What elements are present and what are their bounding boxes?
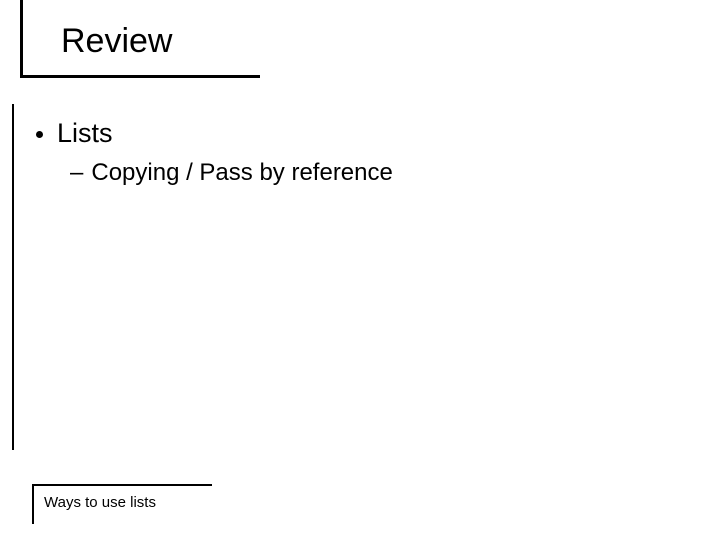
bullet-level-1-text: Lists	[57, 118, 113, 149]
bullet-dot-icon	[36, 131, 43, 138]
bullet-level-2-text: Copying / Pass by reference	[91, 159, 393, 187]
slide-title: Review	[61, 24, 172, 58]
footer-text: Ways to use lists	[44, 494, 212, 511]
bullet-dash-icon: –	[70, 159, 83, 187]
body-container: Lists – Copying / Pass by reference	[12, 104, 652, 450]
title-container: Review	[20, 0, 260, 78]
bullet-level-2: – Copying / Pass by reference	[70, 159, 652, 187]
slide: Review Lists – Copying / Pass by referen…	[0, 0, 720, 540]
footer-container: Ways to use lists	[32, 484, 212, 524]
bullet-level-1: Lists	[36, 118, 652, 149]
